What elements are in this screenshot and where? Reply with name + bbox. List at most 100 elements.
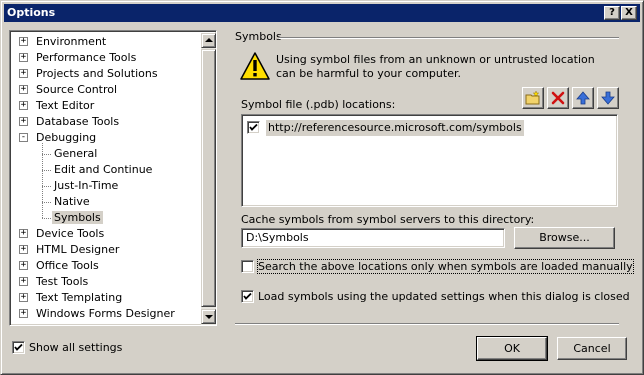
tree-connector — [42, 218, 51, 219]
expand-icon[interactable]: + — [19, 69, 28, 78]
tree-item[interactable]: Environment — [34, 34, 108, 50]
move-up-button[interactable] — [572, 87, 594, 109]
tree-item[interactable]: Native — [52, 194, 92, 210]
close-icon: X — [625, 7, 633, 18]
expand-icon[interactable]: + — [19, 245, 28, 254]
expand-icon[interactable]: + — [19, 85, 28, 94]
close-button[interactable]: X — [621, 6, 637, 20]
section-title: Symbols — [235, 30, 282, 43]
tree-item[interactable]: Text Editor — [34, 98, 96, 114]
tree-item[interactable]: Source Control — [34, 82, 119, 98]
new-folder-icon — [525, 90, 540, 105]
cache-directory-input[interactable]: D:\Symbols — [241, 228, 505, 248]
arrow-down-icon — [205, 315, 213, 319]
load-symbols-label: Load symbols using the updated settings … — [258, 290, 630, 303]
expand-icon[interactable]: + — [19, 261, 28, 270]
show-all-settings-label: Show all settings — [29, 341, 123, 354]
scroll-thumb[interactable] — [201, 49, 216, 307]
new-location-button[interactable] — [522, 87, 544, 109]
tree-item[interactable]: HTML Designer — [34, 242, 121, 258]
tree-item-label: Test Tools — [36, 275, 89, 288]
category-tree[interactable]: + Environment + Performance Tools + Projects … — [9, 30, 217, 326]
expand-icon[interactable]: + — [19, 293, 28, 302]
tree-item-label: Windows Forms Designer — [36, 307, 175, 320]
move-down-icon — [601, 91, 615, 105]
expand-icon[interactable]: + — [19, 277, 28, 286]
browse-button[interactable]: Browse... — [514, 227, 615, 249]
expand-icon[interactable]: + — [19, 229, 28, 238]
expand-icon[interactable]: + — [19, 53, 28, 62]
options-dialog: Options ? X + Environment + Performance Too… — [0, 0, 644, 375]
tree-items: + Environment + Performance Tools + Projects … — [12, 33, 200, 323]
tree-item[interactable]: Text Templating — [34, 290, 124, 306]
tree-item-label: Just-In-Time — [54, 179, 119, 192]
search-manual-label: Search the above locations only when sym… — [257, 259, 634, 274]
tree-item-label: Projects and Solutions — [36, 67, 158, 80]
tree-item-label: Device Tools — [36, 227, 105, 240]
remove-location-button[interactable] — [547, 87, 569, 109]
tree-scrollbar[interactable] — [201, 33, 216, 325]
checkmark-icon — [249, 123, 258, 131]
tree-item-label: Text Templating — [36, 291, 123, 304]
window-title: Options — [7, 6, 56, 19]
tree-item-label: Environment — [36, 35, 107, 48]
tree-item[interactable]: Office Tools — [34, 258, 101, 274]
expand-icon[interactable]: + — [19, 37, 28, 46]
tree-item-label: Performance Tools — [36, 51, 137, 64]
title-bar[interactable]: Options ? X — [4, 4, 640, 22]
tree-connector — [42, 186, 51, 187]
move-up-icon — [576, 91, 590, 105]
bottom-divider — [235, 323, 619, 325]
checkmark-icon — [14, 343, 23, 351]
tree-item[interactable]: Projects and Solutions — [34, 66, 160, 82]
tree-connector — [42, 202, 51, 203]
expand-icon[interactable]: + — [19, 101, 28, 110]
tree-item[interactable]: Device Tools — [34, 226, 106, 242]
tree-item-label: General — [54, 147, 98, 160]
tree-item[interactable]: Symbols — [52, 210, 103, 226]
tree-item[interactable]: Performance Tools — [34, 50, 138, 66]
checkmark-icon — [243, 292, 252, 300]
tree-connector — [42, 154, 51, 155]
collapse-icon[interactable]: - — [19, 133, 28, 142]
tree-item[interactable]: Test Tools — [34, 274, 90, 290]
tree-item-label: Symbols — [52, 211, 103, 224]
move-down-button[interactable] — [597, 87, 619, 109]
tree-item-label: Text Editor — [36, 99, 95, 112]
scroll-down-button[interactable] — [201, 309, 216, 324]
expand-icon[interactable]: + — [19, 309, 28, 318]
tree-item-label: Edit and Continue — [54, 163, 153, 176]
search-manual-checkbox[interactable] — [241, 260, 254, 273]
tree-item[interactable]: General — [52, 146, 99, 162]
show-all-settings-checkbox[interactable] — [12, 341, 25, 354]
ok-button[interactable]: OK — [476, 336, 548, 361]
warning-icon — [240, 52, 270, 80]
cancel-button[interactable]: Cancel — [557, 337, 627, 360]
tree-item-label: Database Tools — [36, 115, 120, 128]
help-button[interactable]: ? — [604, 6, 620, 20]
tree-connector — [42, 143, 43, 218]
tree-item[interactable]: Edit and Continue — [52, 162, 154, 178]
arrow-up-icon — [205, 38, 213, 42]
tree-item[interactable]: Debugging — [34, 130, 98, 146]
scroll-up-button[interactable] — [201, 33, 216, 48]
tree-item[interactable]: Database Tools — [34, 114, 121, 130]
locations-label: Symbol file (.pdb) locations: — [241, 98, 396, 111]
tree-item-label: Native — [54, 195, 90, 208]
tree-item[interactable]: Windows Forms Designer — [34, 306, 177, 322]
location-url: http://referencesource.microsoft.com/sym… — [266, 120, 524, 136]
tree-item-label: Source Control — [36, 83, 118, 96]
symbol-locations-list[interactable]: http://referencesource.microsoft.com/sym… — [241, 114, 618, 207]
delete-icon — [551, 91, 565, 105]
tree-item-label: Debugging — [36, 131, 97, 144]
tree-item-label: HTML Designer — [36, 243, 120, 256]
location-checkbox[interactable] — [247, 121, 260, 134]
tree-item-label: Office Tools — [36, 259, 99, 272]
tree-item[interactable]: Just-In-Time — [52, 178, 120, 194]
cache-label: Cache symbols from symbol servers to thi… — [241, 213, 535, 226]
tree-connector — [42, 170, 51, 171]
warning-message: Using symbol files from an unknown or un… — [276, 53, 595, 80]
load-symbols-checkbox[interactable] — [241, 290, 254, 303]
section-divider — [279, 37, 619, 39]
expand-icon[interactable]: + — [19, 117, 28, 126]
